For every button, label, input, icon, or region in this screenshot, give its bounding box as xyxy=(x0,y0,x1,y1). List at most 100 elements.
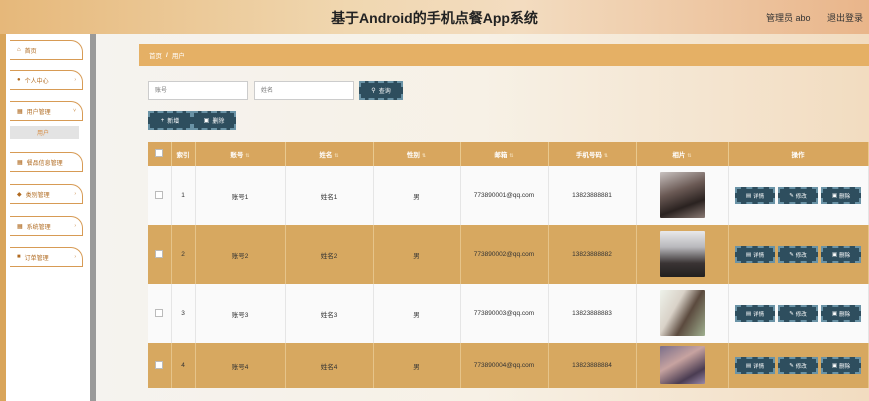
edit-button[interactable]: ✎ 修改 xyxy=(778,357,818,374)
edit-button-label: 修改 xyxy=(795,252,807,259)
row-checkbox[interactable] xyxy=(155,190,164,199)
cell-account: 账号1 xyxy=(195,166,286,225)
edit-button[interactable]: ✎ 修改 xyxy=(778,187,818,204)
chevron-right-icon: › xyxy=(74,254,76,260)
sidebar: ⌂ 首页 ● 个人中心 › ▦ 用户管理 ˅ ▦ 餐品信息管理 ◆ 类别管理 ›… xyxy=(6,34,90,401)
user-photo[interactable] xyxy=(659,289,705,336)
sidebar-item-label: 系统管理 xyxy=(26,224,51,231)
cell-gender: 男 xyxy=(373,166,461,225)
select-all-checkbox[interactable] xyxy=(155,149,164,157)
detail-button[interactable]: ▤ 详情 xyxy=(735,246,775,263)
sidebar-item-label: 个人中心 xyxy=(24,78,49,85)
trash-icon: ▣ xyxy=(831,251,838,258)
detail-button[interactable]: ▤ 详情 xyxy=(735,187,775,204)
admin-user-label: 管理员 abo xyxy=(765,13,811,23)
column-header-account[interactable]: 账号 ⇅ xyxy=(195,142,286,166)
sidebar-item-users[interactable]: ▦ 用户管理 ˅ xyxy=(10,101,83,121)
table-row: 2 账号2 姓名2 男 773890002@qq.com 13823888882… xyxy=(148,225,869,284)
name-search-input[interactable] xyxy=(254,81,354,100)
sidebar-item-label: 餐品信息管理 xyxy=(26,160,63,167)
column-header-name[interactable]: 姓名 ⇅ xyxy=(285,142,374,166)
trash-icon: ▣ xyxy=(831,362,838,369)
user-photo[interactable] xyxy=(659,230,705,277)
edit-button[interactable]: ✎ 修改 xyxy=(778,246,818,263)
cell-gender: 男 xyxy=(373,225,461,284)
edit-icon: ✎ xyxy=(789,251,794,258)
submenu-users[interactable]: 用户 xyxy=(10,126,79,139)
column-header-label: 邮箱 xyxy=(494,152,508,159)
sort-icon[interactable]: ⇅ xyxy=(245,153,249,159)
delete-button[interactable]: ▣ 删除 xyxy=(821,357,861,374)
column-header-label: 性别 xyxy=(406,152,420,159)
cell-gender: 男 xyxy=(373,284,461,343)
sidebar-item-label: 用户管理 xyxy=(26,109,51,116)
query-button[interactable]: ⚲ 查询 xyxy=(359,81,403,100)
cell-phone: 13823888884 xyxy=(548,343,637,388)
column-header-label: 姓名 xyxy=(319,152,333,159)
breadcrumb-current: 用户 xyxy=(171,53,185,60)
detail-button[interactable]: ▤ 详情 xyxy=(735,357,775,374)
column-header-photo[interactable]: 相片 ⇅ xyxy=(636,142,729,166)
cell-email: 773890003@qq.com xyxy=(460,284,549,343)
cell-index: 2 xyxy=(171,225,196,284)
delete-button-label: 删除 xyxy=(212,119,225,125)
add-button[interactable]: + 新增 xyxy=(148,111,192,130)
cell-phone: 13823888881 xyxy=(548,166,637,225)
sort-icon[interactable]: ⇅ xyxy=(604,153,608,159)
home-icon: ⌂ xyxy=(17,47,21,53)
sidebar-item-system[interactable]: ▦ 系统管理 › xyxy=(10,216,83,236)
sidebar-item-categories[interactable]: ◆ 类别管理 › xyxy=(10,184,83,204)
user-area: 管理员 abo 退出登录 xyxy=(752,11,863,24)
sidebar-item-orders[interactable]: ■ 订单管理 › xyxy=(10,247,83,267)
cell-index: 1 xyxy=(171,166,196,225)
sidebar-item-profile[interactable]: ● 个人中心 › xyxy=(10,70,83,90)
delete-button-label: 删除 xyxy=(839,193,851,200)
row-checkbox[interactable] xyxy=(155,249,164,258)
sidebar-item-home[interactable]: ⌂ 首页 xyxy=(10,40,83,60)
detail-button[interactable]: ▤ 详情 xyxy=(735,305,775,322)
delete-button[interactable]: ▣ 删除 xyxy=(821,187,861,204)
select-all-header[interactable] xyxy=(148,142,172,166)
sidebar-item-label: 订单管理 xyxy=(24,255,49,262)
chevron-right-icon: › xyxy=(74,191,76,197)
cell-name: 姓名3 xyxy=(285,284,374,343)
detail-icon: ▤ xyxy=(745,192,752,199)
cell-email: 773890004@qq.com xyxy=(460,343,549,388)
column-header-label: 相片 xyxy=(672,152,686,159)
batch-delete-button[interactable]: ▣ 删除 xyxy=(192,111,236,130)
logout-link[interactable]: 退出登录 xyxy=(827,13,863,23)
detail-button-label: 详情 xyxy=(753,193,765,200)
column-header-phone[interactable]: 手机号码 ⇅ xyxy=(548,142,637,166)
grid-icon: ▦ xyxy=(17,223,23,230)
sort-icon[interactable]: ⇅ xyxy=(422,153,426,159)
breadcrumb-home[interactable]: 首页 xyxy=(149,50,162,60)
account-search-input[interactable] xyxy=(148,81,248,100)
search-icon: ⚲ xyxy=(371,88,376,94)
edit-icon: ✎ xyxy=(789,192,794,199)
edit-button-label: 修改 xyxy=(795,193,807,200)
column-header-actions: 操作 xyxy=(728,142,869,166)
trash-icon: ▣ xyxy=(203,118,210,124)
breadcrumb: 首页 / 用户 xyxy=(139,44,869,66)
query-button-label: 查询 xyxy=(378,89,391,95)
plus-icon: + xyxy=(160,117,165,124)
column-header-email[interactable]: 邮箱 ⇅ xyxy=(460,142,549,166)
column-header-gender[interactable]: 性别 ⇅ xyxy=(373,142,461,166)
user-photo[interactable] xyxy=(659,345,705,384)
sort-icon[interactable]: ⇅ xyxy=(509,153,513,159)
table-header-row: 索引 账号 ⇅ 姓名 ⇅ 性别 ⇅ 邮箱 ⇅ 手机号码 ⇅ 相片 ⇅ 操作 xyxy=(148,142,869,166)
sidebar-item-dishes[interactable]: ▦ 餐品信息管理 xyxy=(10,152,83,172)
delete-button-label: 删除 xyxy=(839,311,851,318)
cell-email: 773890001@qq.com xyxy=(460,166,549,225)
delete-button[interactable]: ▣ 删除 xyxy=(821,305,861,322)
cart-icon: ■ xyxy=(17,254,21,260)
edit-button[interactable]: ✎ 修改 xyxy=(778,305,818,322)
sort-icon[interactable]: ⇅ xyxy=(687,153,691,159)
row-checkbox[interactable] xyxy=(155,308,164,317)
grid-icon: ▦ xyxy=(17,108,23,115)
delete-button[interactable]: ▣ 删除 xyxy=(821,246,861,263)
row-checkbox[interactable] xyxy=(155,360,164,369)
user-photo[interactable] xyxy=(659,171,705,218)
edit-button-label: 修改 xyxy=(795,311,807,318)
sort-icon[interactable]: ⇅ xyxy=(334,153,338,159)
